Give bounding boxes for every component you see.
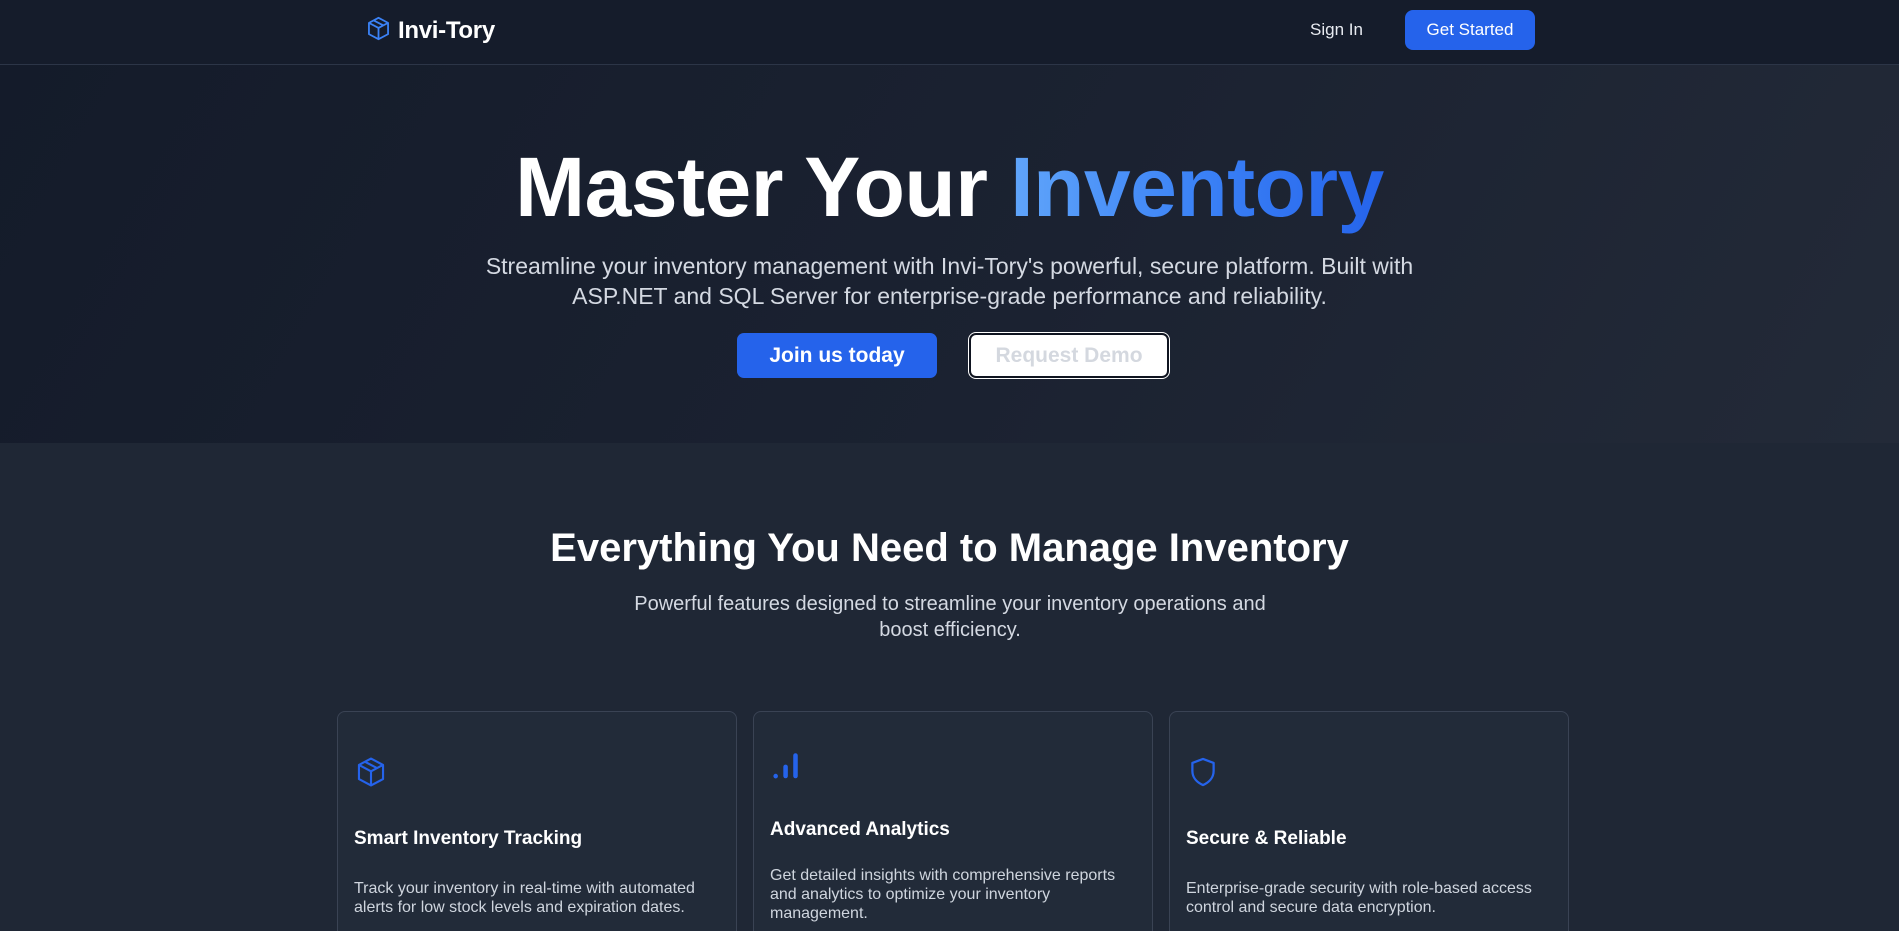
features-subtitle: Powerful features designed to streamline…: [634, 593, 1266, 641]
brand-logo-link[interactable]: Invi-Tory: [365, 15, 495, 47]
hero-section: Master Your Inventory Streamline your in…: [0, 65, 1899, 443]
sign-in-link[interactable]: Sign In: [1310, 18, 1363, 42]
feature-card-title: Smart Inventory Tracking: [354, 828, 583, 849]
feature-card-inventory-tracking: Smart Inventory Tracking Track your inve…: [337, 711, 737, 931]
hero-title: Master Your Inventory: [0, 137, 1899, 237]
feature-card-security: Secure & Reliable Enterprise-grade secur…: [1169, 711, 1569, 931]
feature-card-description: Track your inventory in real-time with a…: [354, 880, 695, 916]
features-section: Everything You Need to Manage Inventory …: [0, 443, 1899, 931]
join-us-button[interactable]: Join us today: [737, 333, 937, 378]
hero-subtitle: Streamline your inventory management wit…: [485, 253, 1414, 309]
feature-card-description: Enterprise-grade security with role-base…: [1186, 880, 1532, 916]
navbar: Invi-Tory Sign In Get Started: [0, 0, 1899, 65]
bar-chart-icon: [770, 747, 804, 781]
feature-card-analytics: Advanced Analytics Get detailed insights…: [753, 711, 1153, 931]
request-demo-button[interactable]: Request Demo: [969, 333, 1169, 378]
box-icon: [365, 15, 392, 47]
hero-title-accent: Inventory: [1010, 140, 1384, 234]
hero-title-main: Master Your: [515, 140, 988, 234]
shield-icon: [1186, 755, 1220, 789]
box-icon: [354, 755, 388, 789]
get-started-button[interactable]: Get Started: [1405, 10, 1535, 50]
feature-card-title: Secure & Reliable: [1186, 828, 1347, 849]
features-title: Everything You Need to Manage Inventory: [550, 526, 1349, 570]
feature-card-title: Advanced Analytics: [770, 819, 950, 840]
brand-name: Invi-Tory: [398, 17, 495, 44]
feature-card-description: Get detailed insights with comprehensive…: [770, 867, 1116, 922]
